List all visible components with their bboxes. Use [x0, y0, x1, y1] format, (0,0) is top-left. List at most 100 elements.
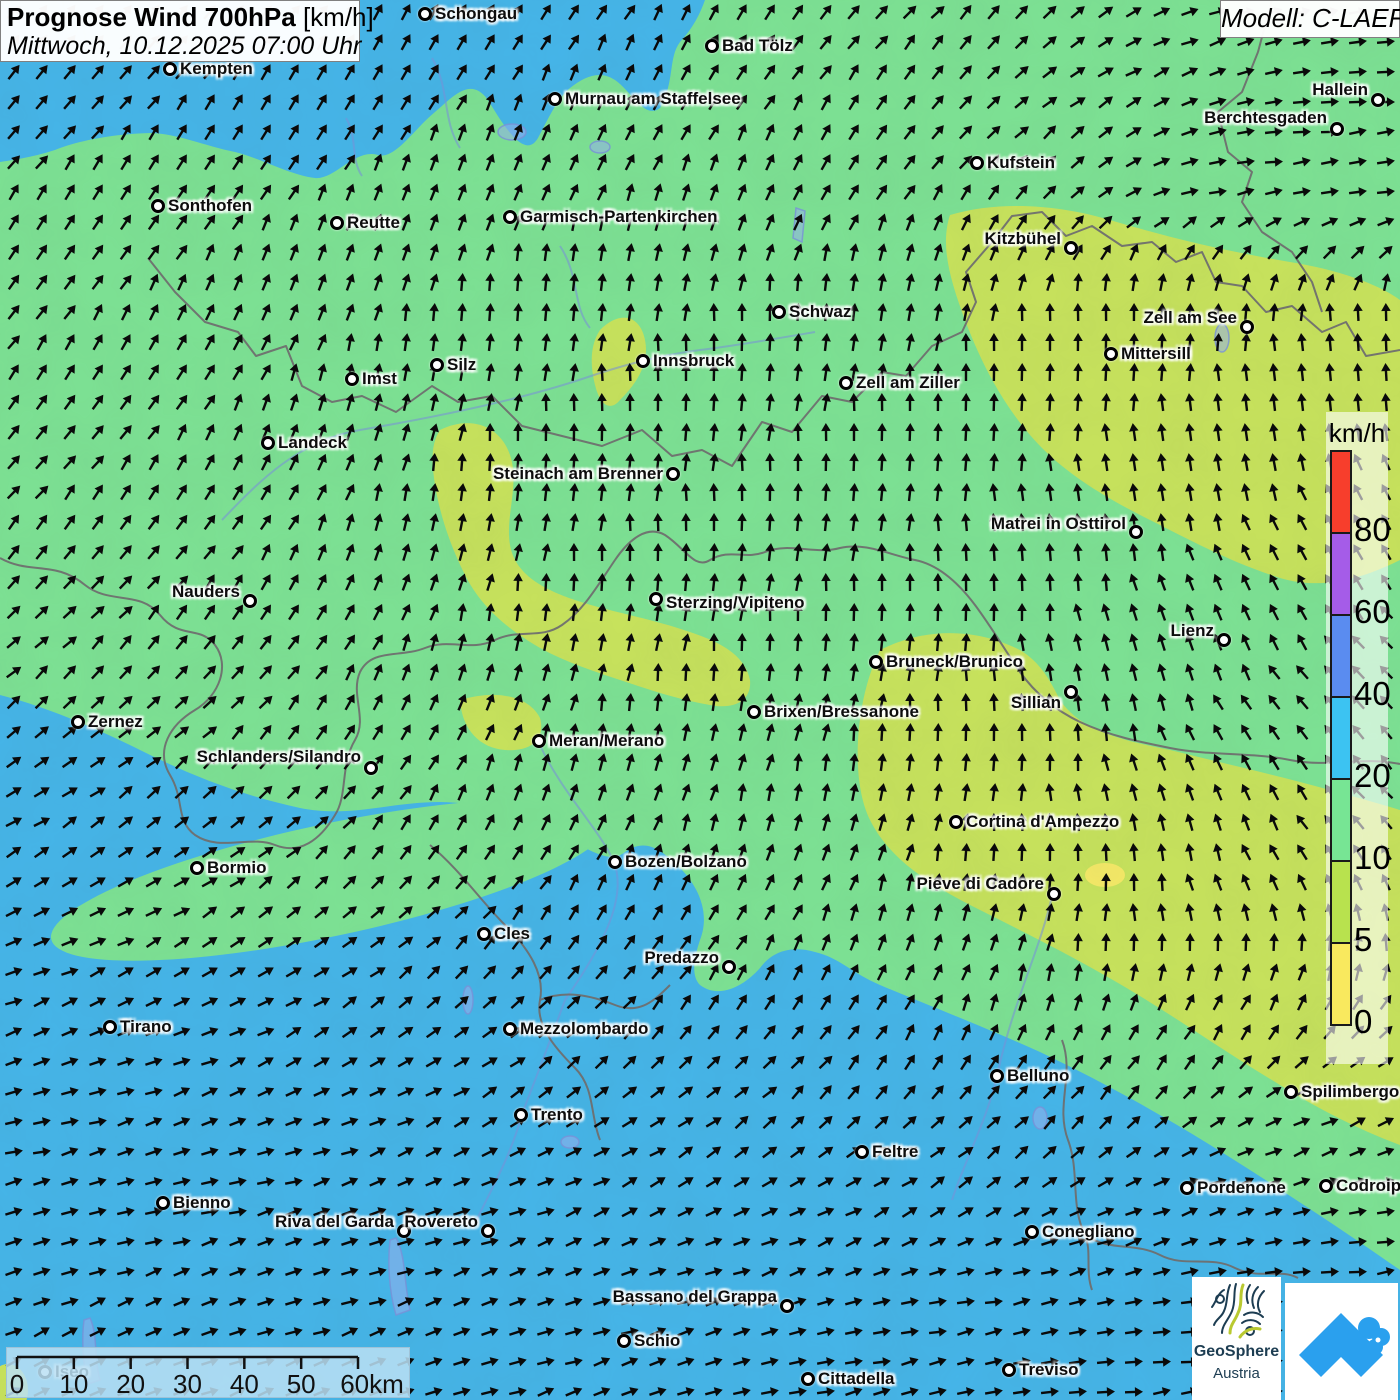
city-label: Hallein [1312, 80, 1368, 100]
city-marker [1180, 1181, 1194, 1195]
city-marker [705, 39, 719, 53]
city-label: Schlanders/Silandro [197, 747, 361, 767]
city-marker [548, 92, 562, 106]
legend-tick-label: 60 [1354, 594, 1394, 630]
city-marker [780, 1299, 794, 1313]
map-valid-time: Mittwoch, 10.12.2025 07:00 Uhr [7, 32, 351, 60]
city-label: Kitzbühel [985, 229, 1062, 249]
legend-color-bar [1330, 450, 1352, 1026]
city-label: Schongau [435, 4, 517, 24]
city-marker [949, 815, 963, 829]
city-marker [801, 1372, 815, 1386]
scale-bar-label: 60km [340, 1370, 404, 1398]
geosphere-logo-name: GeoSphere [1192, 1343, 1281, 1361]
city-label: Lienz [1171, 621, 1214, 641]
city-marker [1002, 1363, 1016, 1377]
city-label: Steinach am Brenner [493, 464, 663, 484]
city-label: Sterzing/Vipiteno [666, 593, 805, 613]
legend: km/h 806040201050 [1326, 412, 1388, 1064]
city-label: Pordenone [1197, 1178, 1286, 1198]
legend-segment [1330, 532, 1352, 616]
legend-segment [1330, 778, 1352, 862]
city-marker [970, 156, 984, 170]
city-label: Bassano del Grappa [613, 1287, 777, 1307]
city-label: Bozen/Bolzano [625, 852, 747, 872]
city-label: Cles [494, 924, 530, 944]
city-marker [1129, 525, 1143, 539]
city-label: Matrei in Osttirol [991, 514, 1126, 534]
city-label: Bad Tölz [722, 36, 793, 56]
city-label: Bruneck/Brunico [886, 652, 1023, 672]
city-label: Nauders [172, 582, 240, 602]
partner-logo-box [1285, 1283, 1398, 1400]
city-marker [990, 1069, 1004, 1083]
city-marker [636, 354, 650, 368]
city-marker [151, 199, 165, 213]
city-marker [608, 855, 622, 869]
scale-bar-label: 0 [10, 1370, 24, 1398]
city-marker [839, 376, 853, 390]
city-label: Treviso [1019, 1360, 1079, 1380]
city-marker [1064, 241, 1078, 255]
city-marker [1217, 633, 1231, 647]
geosphere-logo-box: GeoSphere Austria [1192, 1277, 1281, 1400]
city-marker [364, 761, 378, 775]
city-marker [71, 715, 85, 729]
city-label: Riva del Garda [275, 1212, 394, 1232]
city-label: Spilimbergo [1301, 1082, 1399, 1102]
city-label: Feltre [872, 1142, 918, 1162]
city-label: Trento [531, 1105, 583, 1125]
legend-tick-label: 80 [1354, 512, 1394, 548]
city-marker [163, 62, 177, 76]
city-label: Zernez [88, 712, 143, 732]
legend-tick-label: 0 [1354, 1004, 1394, 1040]
city-marker [477, 927, 491, 941]
city-label: Cortina d'Ampezzo [966, 812, 1119, 832]
city-label: Landeck [278, 433, 347, 453]
scale-bar-label: 10 [59, 1370, 88, 1398]
city-marker [1104, 347, 1118, 361]
city-marker [1240, 320, 1254, 334]
city-label: Predazzo [644, 948, 719, 968]
scale-bar: 0102030405060km [6, 1347, 410, 1398]
scale-bar-label: 30 [173, 1370, 202, 1398]
city-label: Berchtesgaden [1204, 108, 1327, 128]
city-marker [1025, 1225, 1039, 1239]
city-marker [1064, 685, 1078, 699]
city-label: Cittadella [818, 1369, 895, 1389]
legend-segment [1330, 860, 1352, 944]
scale-bar-label: 40 [230, 1370, 259, 1398]
city-marker [772, 305, 786, 319]
city-marker [481, 1224, 495, 1238]
city-label: Rovereto [404, 1212, 478, 1232]
legend-tick-label: 5 [1354, 922, 1394, 958]
city-marker [722, 960, 736, 974]
legend-segment [1330, 614, 1352, 698]
city-marker [1284, 1085, 1298, 1099]
city-marker [261, 436, 275, 450]
map-title: Prognose Wind 700hPa [km/h] [7, 3, 351, 32]
legend-tick-label: 20 [1354, 758, 1394, 794]
legend-segment [1330, 696, 1352, 780]
city-marker [103, 1020, 117, 1034]
city-label: Meran/Merano [549, 731, 664, 751]
city-marker [747, 705, 761, 719]
city-marker [1319, 1179, 1333, 1193]
legend-tick-label: 40 [1354, 676, 1394, 712]
city-label: Reutte [347, 213, 400, 233]
city-label: Murnau am Staffelsee [565, 89, 741, 109]
city-marker [345, 372, 359, 386]
scale-bar-label: 50 [287, 1370, 316, 1398]
city-label: Bienno [173, 1193, 231, 1213]
city-label: Garmisch-Partenkirchen [520, 207, 717, 227]
legend-tick-label: 10 [1354, 840, 1394, 876]
city-marker [532, 734, 546, 748]
city-label: Schio [634, 1331, 680, 1351]
city-label: Conegliano [1042, 1222, 1135, 1242]
wind-forecast-map: SchongauBad TölzKemptenHalleinMurnau am … [0, 0, 1400, 1400]
city-marker [243, 594, 257, 608]
city-label: Zell am Ziller [856, 373, 960, 393]
city-marker [418, 7, 432, 21]
city-marker [855, 1145, 869, 1159]
city-label: Mittersill [1121, 344, 1191, 364]
